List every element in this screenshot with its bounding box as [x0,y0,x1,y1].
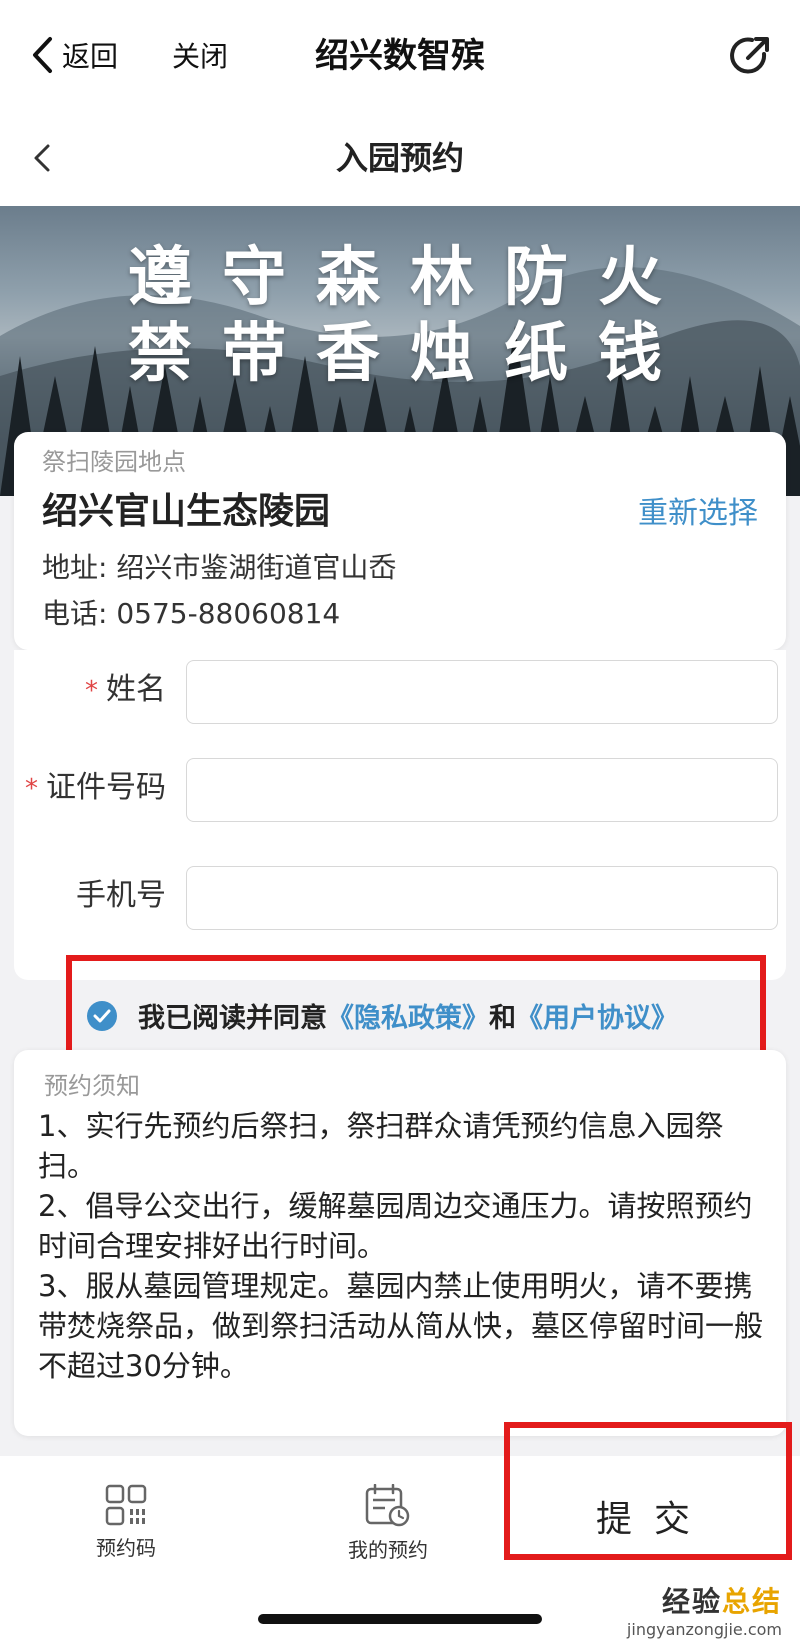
agreement-row: 我已阅读并同意《隐私政策》和《用户协议》 [0,984,800,1048]
notice-item: 3、服从墓园管理规定。墓园内禁止使用明火，请不要携带焚烧祭品，做到祭扫活动从简从… [38,1269,764,1383]
cemetery-address: 地址: 绍兴市鉴湖街道官山岙 [42,551,397,584]
id-number-label: 证件号码 [46,770,166,805]
chevron-left-icon [33,37,52,73]
privacy-policy-link[interactable]: 《隐私政策》 [327,1003,489,1034]
close-button[interactable]: 关闭 [172,30,228,80]
tab-my-bookings[interactable]: 我的预约 [308,1484,468,1563]
agreement-and: 和 [489,1003,516,1034]
id-row: * 证件号码 [14,758,786,828]
id-number-input[interactable] [186,758,778,822]
notice-item: 2、倡导公交出行，缓解墓园周边交通压力。请按照预约时间合理安排好出行时间。 [38,1189,753,1263]
cemetery-phone: 电话: 0575-88060814 [42,597,341,630]
checkbox-checked-icon[interactable] [86,1000,118,1032]
name-label: 姓名 [106,672,166,707]
share-icon[interactable] [726,32,774,80]
top-nav-bar: 返回 关闭 绍兴数智殡 [0,0,800,110]
back-label: 返回 [62,40,119,73]
name-row: * 姓名 [14,660,786,730]
notice-item: 1、实行先预约后祭扫，祭扫群众请凭预约信息入园祭扫。 [38,1109,724,1183]
cemetery-location-card: 祭扫陵园地点 绍兴官山生态陵园 重新选择 地址: 绍兴市鉴湖街道官山岙 电话: … [14,432,786,650]
chevron-left-icon[interactable] [24,138,64,178]
booking-notice-card: 预约须知 1、实行先预约后祭扫，祭扫群众请凭预约信息入园祭扫。 2、倡导公交出行… [14,1050,786,1436]
agreement-prefix: 我已阅读并同意 [138,1003,327,1034]
name-input[interactable] [186,660,778,724]
cemetery-name: 绍兴官山生态陵园 [42,491,331,532]
calendar-clock-icon [365,1484,410,1527]
submit-button[interactable]: 提交 [506,1456,786,1576]
banner-slogan-line2: 禁带香烛纸钱 [128,317,692,391]
notice-body: 1、实行先预约后祭扫，祭扫群众请凭预约信息入园祭扫。 2、倡导公交出行，缓解墓园… [38,1106,778,1386]
reselect-link[interactable]: 重新选择 [638,488,758,532]
required-mark: * [25,774,38,804]
phone-input[interactable] [186,866,778,930]
home-indicator [258,1614,542,1624]
app-title: 绍兴数智殡 [315,36,485,76]
location-section-label: 祭扫陵园地点 [42,448,186,476]
phone-label: 手机号 [76,878,166,913]
tab-my-bookings-label: 我的预约 [348,1538,428,1562]
phone-row: 手机号 [14,866,786,936]
visitor-form: * 姓名 * 证件号码 手机号 [14,650,786,980]
page-header: 入园预约 [0,110,800,206]
qr-code-icon [105,1484,147,1526]
agreement-text: 我已阅读并同意《隐私政策》和《用户协议》 [138,996,678,1035]
tab-booking-code[interactable]: 预约码 [46,1484,206,1561]
tab-booking-code-label: 预约码 [96,1536,156,1560]
user-agreement-link[interactable]: 《用户协议》 [516,1003,678,1034]
required-mark: * [85,676,98,706]
page-title: 入园预约 [335,139,464,177]
notice-title: 预约须知 [44,1072,140,1100]
back-button[interactable]: 返回 [30,30,118,80]
